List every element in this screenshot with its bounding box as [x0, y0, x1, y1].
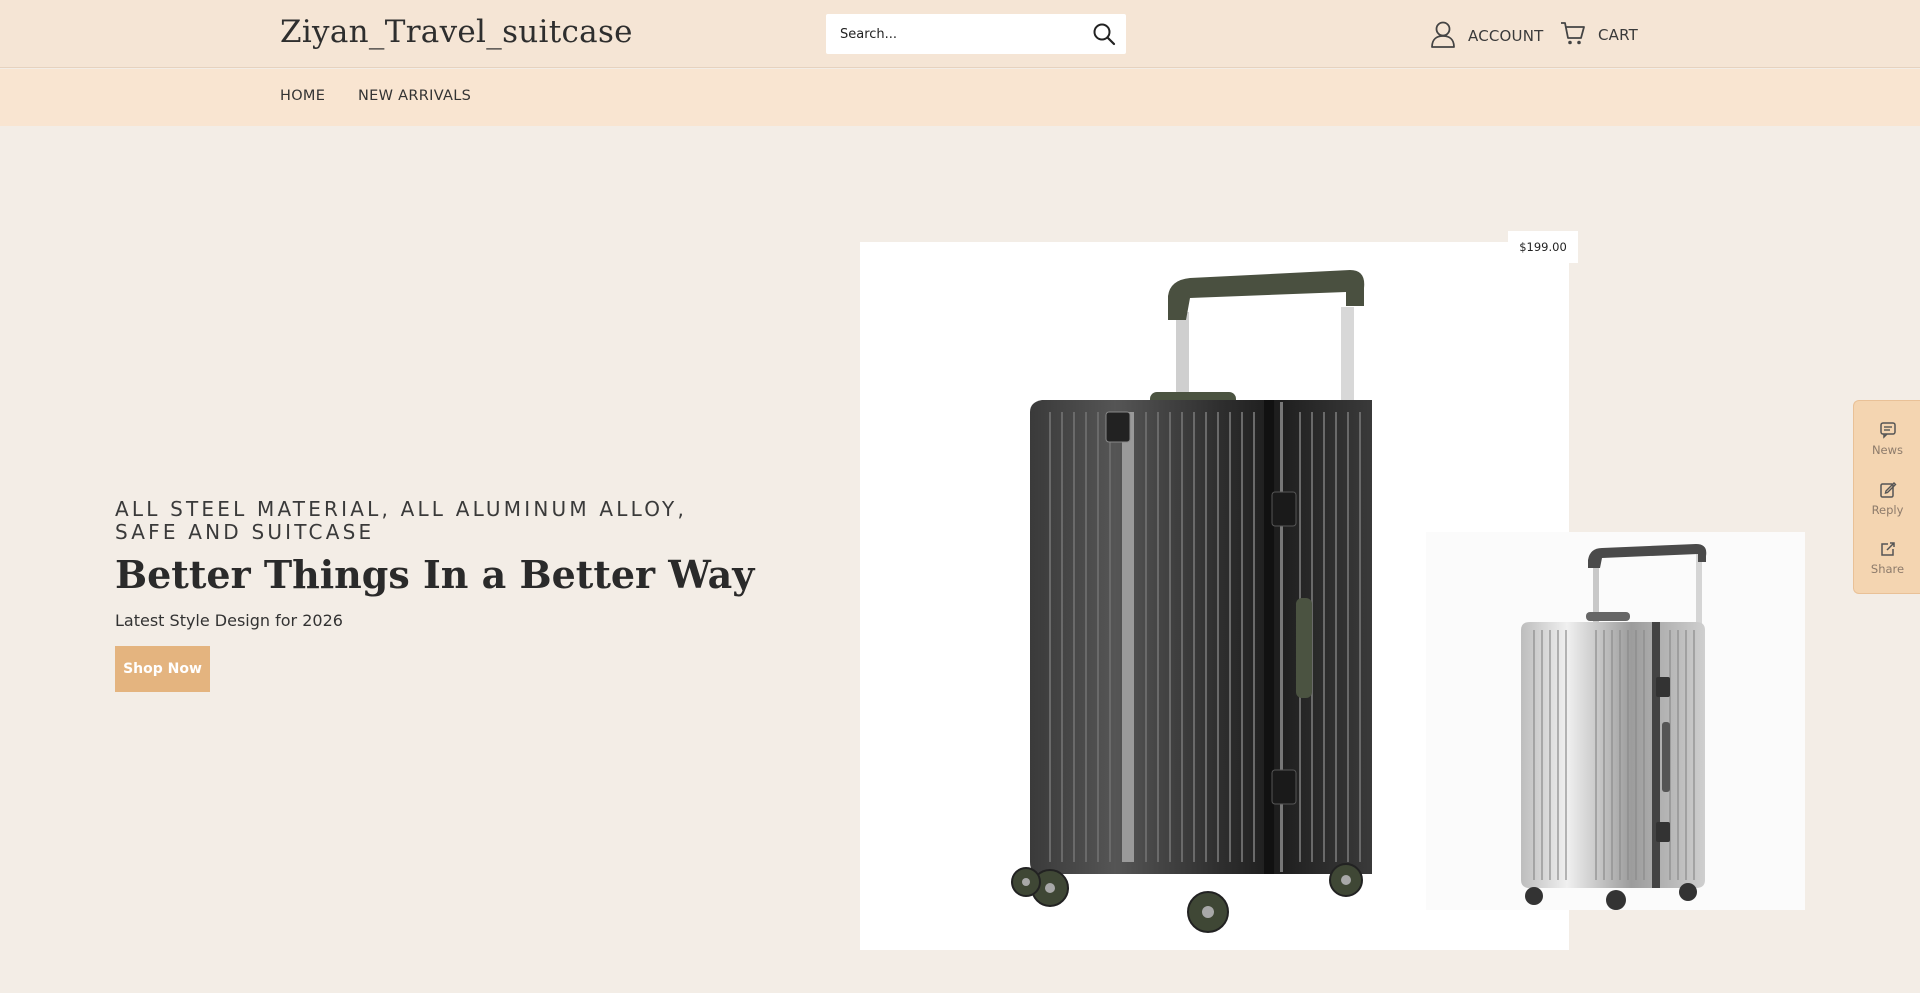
hero-subline: Latest Style Design for 2026: [115, 611, 343, 630]
widget-reply-label: Reply: [1871, 503, 1904, 517]
share-icon: [1880, 542, 1895, 556]
main-nav: HOME NEW ARRIVALS: [0, 69, 1920, 126]
price-tag: $199.00: [1508, 231, 1578, 263]
hero-eyebrow: ALL STEEL MATERIAL, ALL ALUMINUM ALLOY, …: [115, 497, 688, 544]
account-link[interactable]: ACCOUNT: [1430, 20, 1544, 52]
edit-icon: [1879, 482, 1896, 498]
cart-icon: [1560, 20, 1586, 50]
top-header: Ziyan_Travel_suitcase ACCOUNT CART: [0, 0, 1920, 68]
shop-now-button[interactable]: Shop Now: [115, 646, 210, 692]
secondary-product-image[interactable]: [1426, 532, 1805, 910]
widget-share-label: Share: [1870, 562, 1905, 576]
cart-label: CART: [1598, 26, 1639, 44]
widget-news-label: News: [1871, 443, 1904, 457]
nav-item-new-arrivals[interactable]: NEW ARRIVALS: [358, 88, 471, 104]
nav-item-home[interactable]: HOME: [280, 88, 325, 104]
user-icon: [1430, 20, 1456, 52]
search-input[interactable]: [840, 23, 1080, 45]
account-label: ACCOUNT: [1468, 27, 1544, 45]
floating-widget: News Reply Share: [1853, 400, 1920, 594]
site-logo[interactable]: Ziyan_Travel_suitcase: [280, 14, 633, 50]
chat-icon: [1879, 422, 1896, 439]
widget-reply[interactable]: Reply: [1854, 467, 1920, 523]
widget-news[interactable]: News: [1854, 407, 1920, 463]
cart-link[interactable]: CART: [1560, 20, 1638, 50]
search-icon[interactable]: [1092, 22, 1116, 46]
hero-headline: Better Things In a Better Way: [115, 552, 755, 597]
widget-share[interactable]: Share: [1854, 526, 1920, 582]
search-box: [826, 14, 1126, 54]
